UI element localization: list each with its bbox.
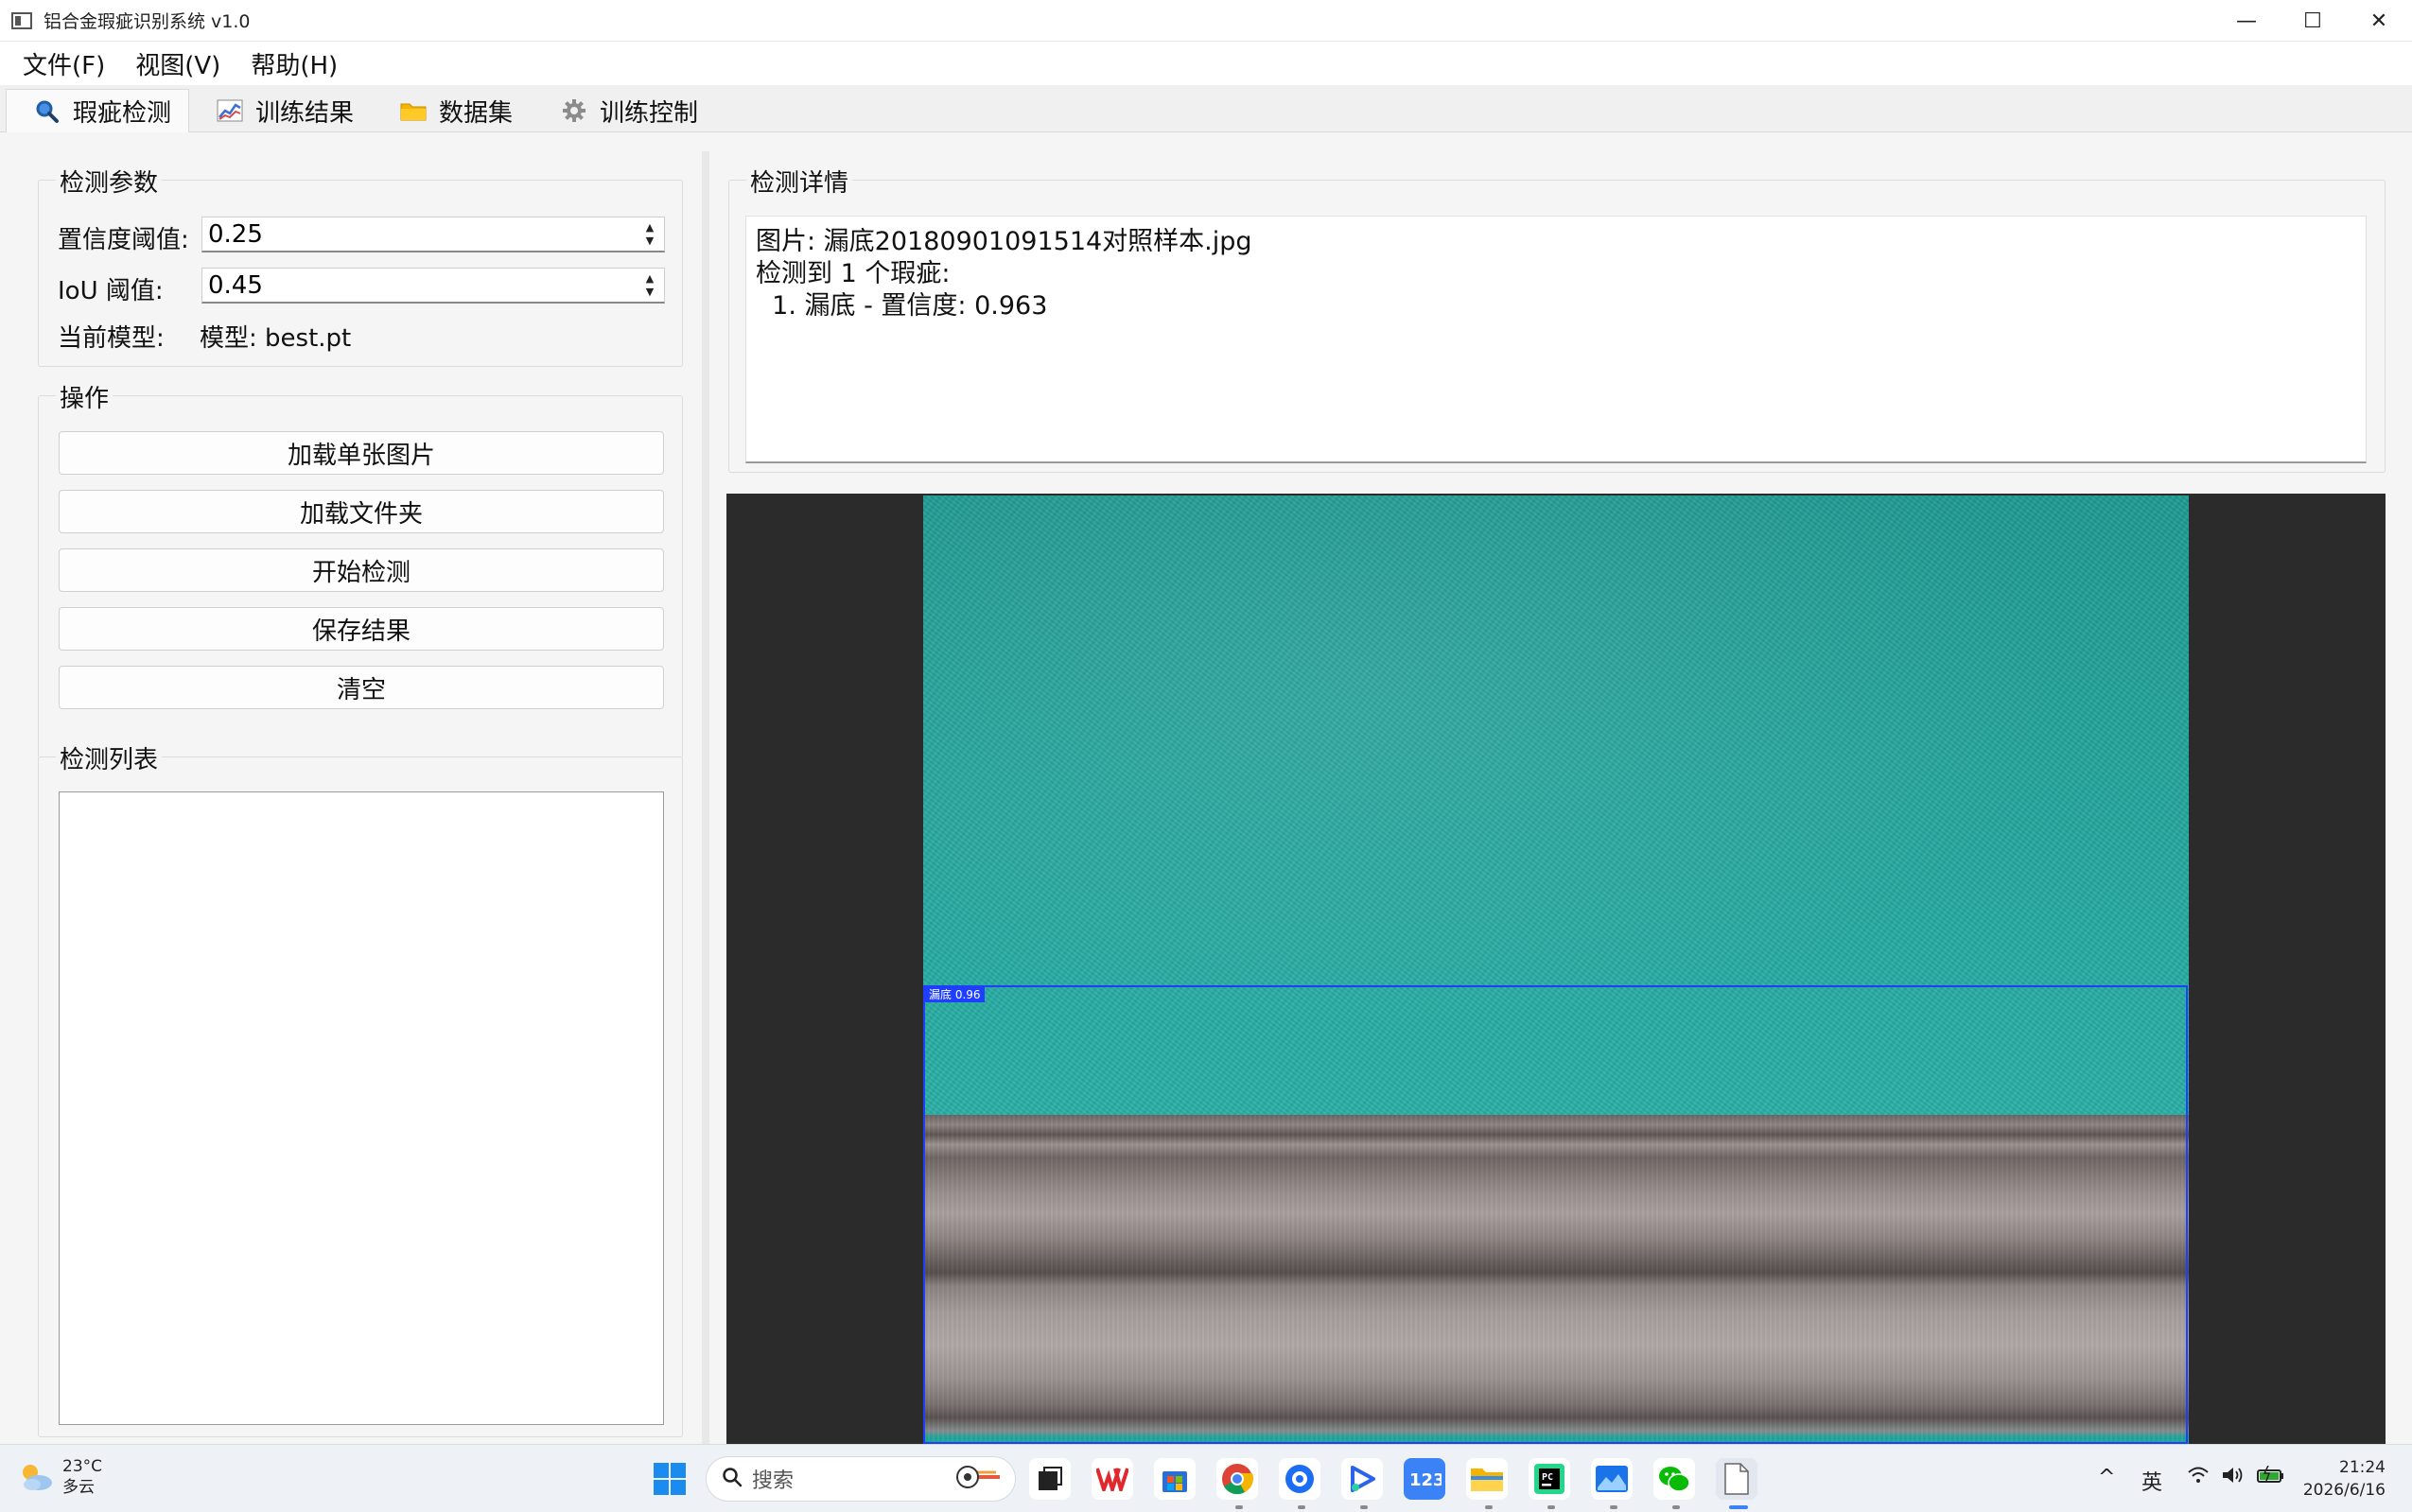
app-icon [11, 11, 32, 29]
clock-date: 2026/6/16 [2302, 1481, 2386, 1500]
running-indicator [1547, 1505, 1555, 1509]
bbox-label: 漏底 0.96 [925, 987, 985, 1002]
menu-bar: 文件(F) 视图(V) 帮助(H) [0, 42, 2412, 85]
defect-bounding-box: 漏底 0.96 [923, 985, 2188, 1444]
panel-splitter[interactable] [702, 151, 709, 1444]
detection-image: 漏底 0.96 [923, 495, 2189, 1444]
iou-label: IoU 阈值: [58, 277, 164, 305]
system-clock[interactable]: 21:24 2026/6/16 [2303, 1456, 2386, 1502]
minimize-button[interactable]: — [2213, 0, 2280, 42]
speaker-icon[interactable] [2221, 1466, 2246, 1490]
details-title: 检测详情 [746, 164, 853, 199]
maximize-button[interactable]: ☐ [2280, 0, 2346, 42]
active-app-indicator [1729, 1505, 1748, 1509]
cloudy-weather-icon [17, 1460, 55, 1494]
clear-button[interactable]: 清空 [59, 666, 664, 709]
details-line-count: 检测到 1 个瑕疵: [756, 259, 951, 288]
folder-icon [399, 96, 428, 125]
params-title: 检测参数 [56, 164, 163, 199]
running-indicator [1298, 1505, 1305, 1509]
search-placeholder: 搜索 [752, 1469, 795, 1493]
start-detection-button[interactable]: 开始检测 [59, 548, 664, 592]
search-icon [722, 1467, 743, 1491]
actions-title: 操作 [56, 379, 114, 414]
wechat-icon[interactable] [1653, 1458, 1695, 1500]
window-title: 铝合金瑕疵识别系统 v1.0 [44, 11, 251, 32]
photos-icon[interactable] [1591, 1458, 1633, 1500]
save-result-button[interactable]: 保存结果 [59, 607, 664, 651]
soccer-ball-icon [954, 1463, 1002, 1495]
store-icon[interactable] [1154, 1458, 1196, 1500]
weather-widget[interactable]: 23°C 多云 [17, 1456, 102, 1498]
tab-label: 训练结果 [255, 98, 355, 128]
svg-text:PC: PC [1542, 1472, 1553, 1483]
chrome-icon[interactable] [1216, 1458, 1258, 1500]
confidence-spinbox[interactable]: 0.25 ▲ ▼ [201, 217, 665, 252]
svg-text:123: 123 [1409, 1470, 1442, 1490]
iou-value: 0.45 [208, 270, 263, 300]
tab-defect-detection[interactable]: 瑕疵检测 [6, 89, 189, 132]
battery-icon[interactable] [2257, 1465, 2285, 1490]
main-content: 检测参数 置信度阈值: 0.25 ▲ ▼ IoU 阈值: 0.45 ▲ ▼ 当前模型… [0, 132, 2412, 1444]
tab-label: 训练控制 [600, 98, 699, 128]
tab-label: 瑕疵检测 [73, 99, 172, 128]
weather-desc: 多云 [62, 1478, 95, 1497]
messenger-icon[interactable] [1279, 1458, 1320, 1500]
spin-arrows-icon[interactable]: ▲ ▼ [636, 269, 664, 302]
menu-file[interactable]: 文件(F) [8, 46, 120, 81]
task-view-icon[interactable] [1029, 1458, 1071, 1500]
load-image-button[interactable]: 加载单张图片 [59, 431, 664, 475]
running-indicator [1672, 1505, 1680, 1509]
image-viewer[interactable]: 漏底 0.96 [726, 494, 2386, 1444]
magnifier-icon [33, 97, 61, 126]
confidence-label: 置信度阈值: [58, 226, 189, 254]
weather-temp: 23°C [62, 1457, 103, 1476]
running-indicator [1610, 1505, 1617, 1509]
spin-arrows-icon[interactable]: ▲ ▼ [636, 217, 664, 251]
detection-list[interactable] [59, 791, 664, 1425]
running-indicator [1235, 1505, 1243, 1509]
document-app-icon[interactable] [1716, 1458, 1757, 1500]
video-player-icon[interactable] [1341, 1458, 1383, 1500]
taskbar-search[interactable]: 搜索 [706, 1456, 1016, 1502]
load-folder-button[interactable]: 加载文件夹 [59, 490, 664, 533]
details-line-image: 图片: 漏底20180901091514对照样本.jpg [756, 227, 1252, 256]
model-label: 当前模型: [58, 324, 165, 353]
close-button[interactable]: ✕ [2346, 0, 2412, 42]
details-line-defect: 1. 漏底 - 置信度: 0.963 [756, 291, 1048, 321]
gear-icon [560, 96, 588, 125]
123-pan-icon[interactable]: 123 [1404, 1458, 1445, 1500]
clock-time: 21:24 [2339, 1458, 2386, 1477]
detection-list-title: 检测列表 [56, 740, 163, 775]
title-bar: 铝合金瑕疵识别系统 v1.0 — ☐ ✕ [0, 0, 2412, 42]
file-explorer-icon[interactable] [1466, 1458, 1508, 1500]
taskbar: 23°C 多云 搜索 123 PC ^ 英 21:24 2026/6/16 [0, 1444, 2412, 1512]
menu-view[interactable]: 视图(V) [120, 46, 236, 81]
running-indicator [1485, 1505, 1493, 1509]
menu-help[interactable]: 帮助(H) [236, 46, 353, 81]
windows-start-icon[interactable] [649, 1458, 690, 1500]
chevron-up-icon[interactable]: ^ [2098, 1466, 2115, 1489]
wifi-icon[interactable] [2187, 1466, 2210, 1490]
wps-icon[interactable] [1092, 1458, 1133, 1500]
input-method-indicator[interactable]: 英 [2141, 1466, 2162, 1496]
tab-training-results[interactable]: 训练结果 [189, 89, 373, 132]
tab-label: 数据集 [439, 98, 514, 128]
params-group: 检测参数 置信度阈值: 0.25 ▲ ▼ IoU 阈值: 0.45 ▲ ▼ 当前模型… [38, 164, 683, 367]
running-indicator [1360, 1505, 1368, 1509]
chart-icon [216, 96, 244, 125]
tab-bar: 瑕疵检测 训练结果 数据集 训练控制 [0, 85, 2412, 132]
iou-spinbox[interactable]: 0.45 ▲ ▼ [201, 268, 665, 304]
model-value: 模型: best.pt [200, 324, 352, 353]
details-text[interactable]: 图片: 漏底20180901091514对照样本.jpg 检测到 1 个瑕疵: … [745, 216, 2367, 463]
confidence-value: 0.25 [208, 219, 263, 249]
tab-training-control[interactable]: 训练控制 [533, 89, 717, 132]
tab-dataset[interactable]: 数据集 [373, 89, 533, 132]
pycharm-icon[interactable]: PC [1529, 1458, 1570, 1500]
